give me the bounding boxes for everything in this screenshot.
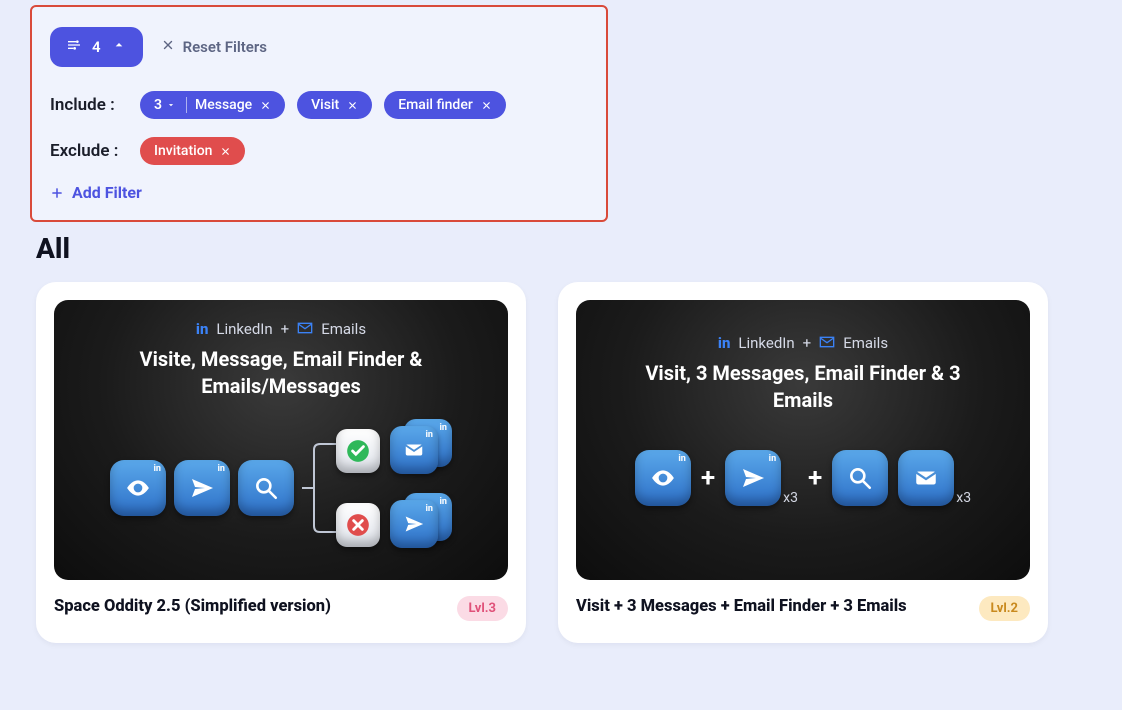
- sequence-flow: in in: [110, 418, 452, 558]
- linkedin-icon: in: [718, 334, 731, 352]
- chip-label: Visit: [311, 97, 339, 113]
- linkedin-icon: in: [196, 320, 209, 338]
- level-badge: Lvl.2: [979, 596, 1030, 621]
- multiplier-label: x3: [783, 490, 798, 506]
- card-visual: in LinkedIn + Emails Visite, Message, Em…: [54, 300, 508, 580]
- envelope-icon: [819, 334, 835, 352]
- channel-emails-label: Emails: [843, 334, 888, 352]
- exclude-label: Exclude :: [50, 141, 128, 161]
- channels-row: in LinkedIn + Emails: [196, 320, 366, 338]
- card-visual: in LinkedIn + Emails Visit, 3 Messages, …: [576, 300, 1030, 580]
- message-step-icon: in: [174, 460, 230, 516]
- branch-success-row: in in: [336, 423, 452, 479]
- section-heading: All: [36, 232, 70, 265]
- card-name: Space Oddity 2.5 (Simplified version): [54, 596, 331, 618]
- chip-separator: [186, 97, 187, 113]
- include-chip-visit[interactable]: Visit: [297, 91, 372, 119]
- chevron-down-icon: [166, 100, 176, 110]
- filter-panel: 4 Reset Filters Include : 3 Message Visi…: [30, 5, 608, 222]
- plus-separator: +: [808, 463, 822, 493]
- sliders-icon: [66, 37, 82, 57]
- filter-toggle-button[interactable]: 4: [50, 27, 143, 67]
- branch-lines-icon: [302, 418, 336, 558]
- filter-top-row: 4 Reset Filters: [50, 27, 588, 67]
- chip-label: Message: [195, 97, 252, 113]
- channels-row: in LinkedIn + Emails: [718, 334, 888, 352]
- sequence-card[interactable]: in LinkedIn + Emails Visit, 3 Messages, …: [558, 282, 1048, 643]
- include-label: Include :: [50, 95, 128, 115]
- plus-separator: +: [701, 463, 715, 493]
- include-chip-message[interactable]: 3 Message: [140, 91, 285, 119]
- level-badge: Lvl.3: [457, 596, 508, 621]
- visit-step-icon: in: [635, 450, 691, 506]
- plus-icon: [50, 186, 64, 200]
- email-step-icon: [898, 450, 954, 506]
- channel-plus: +: [803, 334, 812, 352]
- channel-plus: +: [281, 320, 290, 338]
- branch-fail-row: in in: [336, 497, 452, 553]
- search-step-icon: [832, 450, 888, 506]
- include-row: Include : 3 Message Visit Email finder: [50, 91, 588, 119]
- message-stack: in in: [390, 497, 452, 553]
- channel-linkedin-label: LinkedIn: [738, 334, 794, 352]
- branch: in in in in: [302, 418, 452, 558]
- email-stack: in in: [390, 423, 452, 479]
- message-step-icon: in: [725, 450, 781, 506]
- sequence-card[interactable]: in LinkedIn + Emails Visite, Message, Em…: [36, 282, 526, 643]
- chip-label: Email finder: [398, 97, 473, 113]
- remove-chip-icon[interactable]: [347, 100, 358, 111]
- visit-step-icon: in: [110, 460, 166, 516]
- chip-count: 3: [154, 97, 178, 113]
- card-meta: Space Oddity 2.5 (Simplified version) Lv…: [54, 596, 508, 621]
- filter-count: 4: [92, 38, 101, 56]
- sequence-flow: in + in x3 +: [635, 450, 971, 506]
- close-icon: [161, 38, 175, 56]
- remove-chip-icon[interactable]: [220, 146, 231, 157]
- exclude-chip-invitation[interactable]: Invitation: [140, 137, 245, 165]
- search-step-icon: [238, 460, 294, 516]
- check-icon: [336, 429, 380, 473]
- chevron-up-icon: [111, 37, 127, 57]
- card-visual-title: Visite, Message, Email Finder & Emails/M…: [91, 346, 471, 400]
- add-filter-label: Add Filter: [72, 183, 142, 202]
- reset-filters-label: Reset Filters: [183, 38, 267, 56]
- add-filter-button[interactable]: Add Filter: [50, 183, 588, 202]
- card-visual-title: Visit, 3 Messages, Email Finder & 3 Emai…: [613, 360, 993, 414]
- channel-emails-label: Emails: [321, 320, 366, 338]
- exclude-row: Exclude : Invitation: [50, 137, 588, 165]
- x-circle-icon: [336, 503, 380, 547]
- multiplier-label: x3: [956, 490, 971, 506]
- chip-label: Invitation: [154, 143, 212, 159]
- cards-row: in LinkedIn + Emails Visite, Message, Em…: [36, 282, 1048, 643]
- remove-chip-icon[interactable]: [260, 100, 271, 111]
- channel-linkedin-label: LinkedIn: [216, 320, 272, 338]
- card-name: Visit + 3 Messages + Email Finder + 3 Em…: [576, 596, 907, 618]
- card-meta: Visit + 3 Messages + Email Finder + 3 Em…: [576, 596, 1030, 621]
- remove-chip-icon[interactable]: [481, 100, 492, 111]
- envelope-icon: [297, 320, 313, 338]
- reset-filters-button[interactable]: Reset Filters: [161, 38, 267, 56]
- include-chip-email-finder[interactable]: Email finder: [384, 91, 506, 119]
